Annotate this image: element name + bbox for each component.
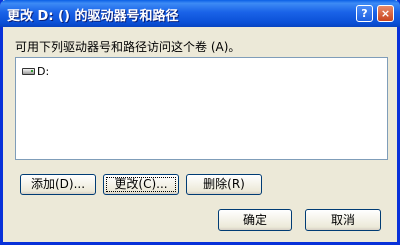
change-drive-letter-dialog: 更改 D: () 的驱动器号和路径 ? × 可用下列驱动器号和路径访问这个卷 (…: [0, 0, 400, 245]
window-title: 更改 D: () 的驱动器号和路径: [7, 9, 179, 24]
change-button[interactable]: 更改(C)...: [103, 174, 179, 195]
drive-path-listbox[interactable]: D:: [15, 57, 388, 160]
drive-letter-label: D:: [37, 64, 50, 78]
title-bar[interactable]: 更改 D: () 的驱动器号和路径 ? ×: [0, 0, 400, 27]
remove-button[interactable]: 删除(R): [186, 174, 262, 195]
drive-icon: [22, 67, 35, 75]
help-button[interactable]: ?: [356, 5, 373, 22]
close-button[interactable]: ×: [377, 5, 394, 22]
ok-button[interactable]: 确定: [218, 209, 292, 231]
access-prompt-label: 可用下列驱动器号和路径访问这个卷 (A)。: [15, 40, 241, 54]
cancel-button[interactable]: 取消: [305, 209, 381, 231]
list-item[interactable]: D:: [22, 64, 49, 78]
add-button[interactable]: 添加(D)...: [20, 174, 96, 195]
